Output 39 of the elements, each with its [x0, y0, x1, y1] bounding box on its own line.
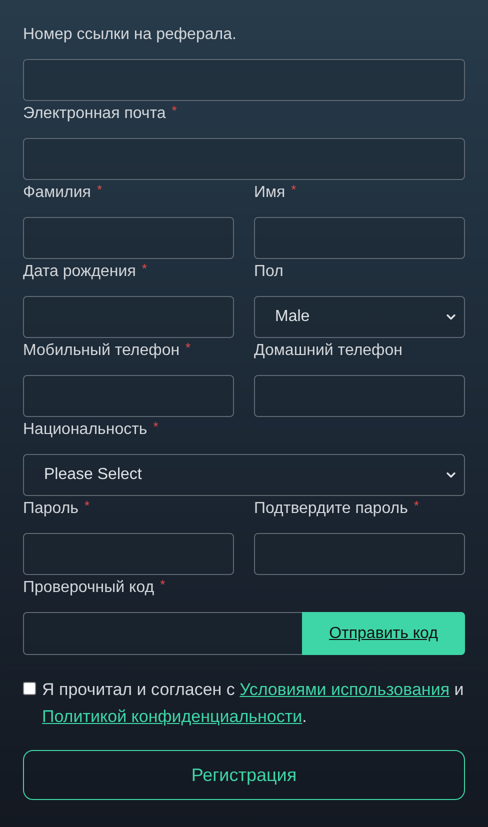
required-asterisk: *	[160, 578, 166, 592]
required-asterisk: *	[186, 341, 191, 355]
agree-checkbox[interactable]	[23, 682, 36, 695]
code-field[interactable]	[23, 612, 302, 655]
text-field[interactable]	[23, 375, 234, 417]
required-asterisk: *	[172, 104, 177, 118]
required-asterisk: *	[96, 183, 102, 197]
required-asterisk: *	[142, 262, 147, 276]
dropdown-select[interactable]: Please Select	[23, 454, 465, 496]
agreement-text: Я прочитал и согласен с Условиями использования и Политикой конфиденциальности.	[42, 679, 465, 728]
text-field[interactable]	[23, 533, 234, 575]
text-field[interactable]	[254, 375, 465, 417]
dropdown-select[interactable]: Male	[254, 296, 465, 338]
field-label: Фамилия	[23, 183, 91, 203]
field-label: Домашний телефон	[254, 341, 402, 361]
field-label: Подтвердите пароль	[254, 499, 408, 519]
text-field[interactable]	[254, 217, 465, 259]
register-button[interactable]: Регистрация	[23, 750, 465, 800]
send-code-button[interactable]: Отправить код	[302, 612, 465, 655]
required-asterisk: *	[84, 499, 90, 513]
field-label: Электронная почта	[23, 104, 166, 124]
field-label: Дата рождения	[23, 262, 136, 282]
terms-link[interactable]: Политикой конфиденциальности	[42, 707, 302, 726]
text-field[interactable]	[23, 217, 234, 259]
field-label: Имя	[254, 183, 286, 203]
text-field[interactable]	[23, 59, 465, 101]
field-label: Национальность	[23, 420, 148, 440]
terms-link[interactable]: Условиями использования	[240, 680, 450, 699]
field-label: Проверочный код	[23, 578, 154, 598]
text-field[interactable]	[23, 138, 465, 180]
field-label: Мобильный телефон	[23, 341, 180, 361]
field-label: Пароль	[23, 499, 79, 519]
field-label: Номер ссылки на реферала.	[23, 25, 236, 45]
required-asterisk: *	[291, 183, 296, 197]
required-asterisk: *	[414, 499, 419, 513]
text-field[interactable]	[23, 296, 234, 338]
field-label: Пол	[254, 262, 284, 282]
text-field[interactable]	[254, 533, 465, 575]
required-asterisk: *	[153, 420, 158, 434]
